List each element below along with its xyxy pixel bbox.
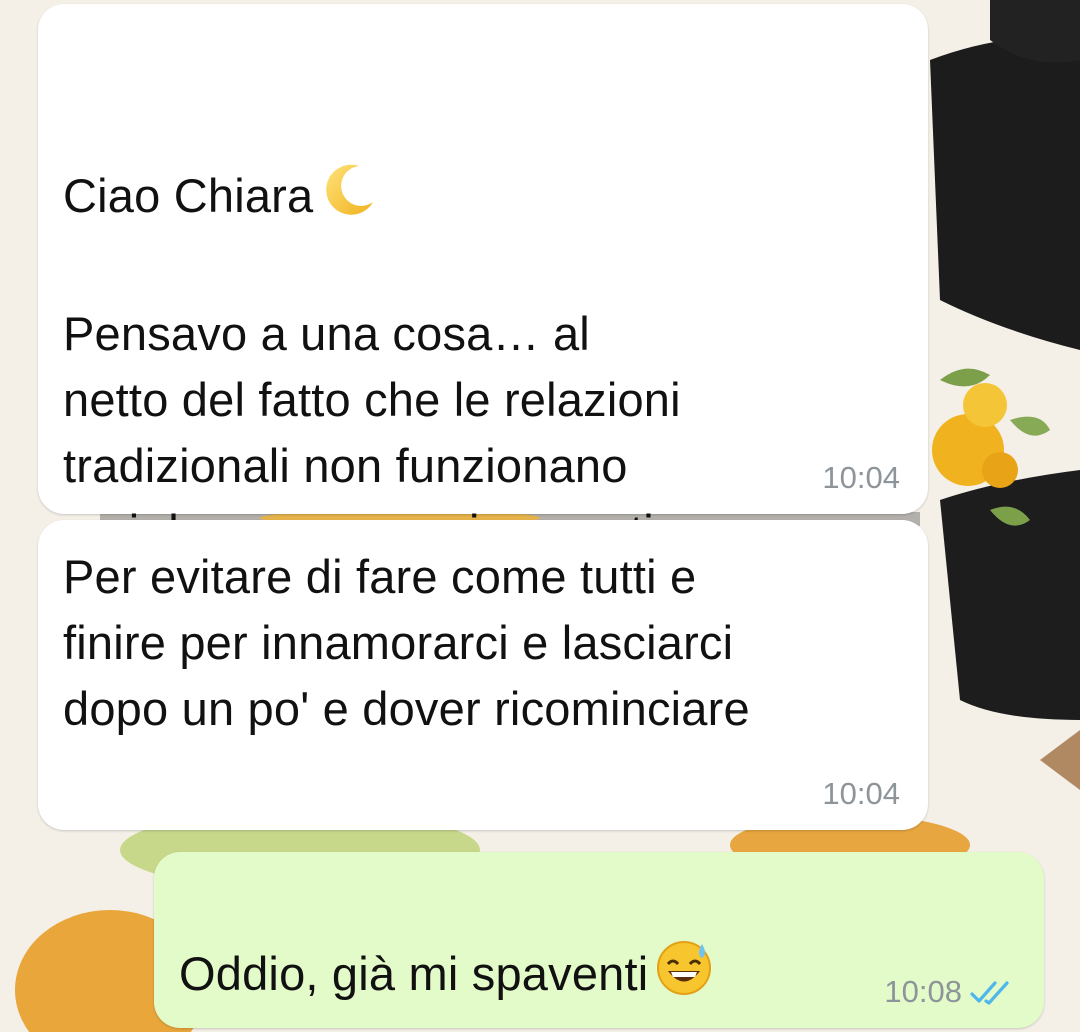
incoming-message-bubble[interactable]: Ciao Chiara Pensavo a una cosa… al netto… [38,4,928,624]
grinning-sweat-icon [656,940,712,1013]
message-time: 10:04 [822,460,900,495]
outgoing-message-bubble[interactable]: Oddio, già mi spaventi 10:08 [154,852,1044,1028]
incoming-message-bubble[interactable]: Per evitare di fare come tutti e finire … [38,520,928,830]
message-time: 10:04 [822,776,900,811]
double-check-read-icon [970,981,1009,1005]
message-greeting: Ciao Chiara [63,169,314,222]
message-content: Oddio, già mi spaventi [179,947,649,1000]
message-meta: 10:04 [822,776,900,812]
message-meta: 10:04 [822,460,900,496]
message-meta: 10:08 [884,974,1016,1010]
message-time: 10:08 [884,974,962,1009]
crescent-moon-icon [321,160,379,235]
message-text: Per evitare di fare come tutti e finire … [63,550,750,735]
